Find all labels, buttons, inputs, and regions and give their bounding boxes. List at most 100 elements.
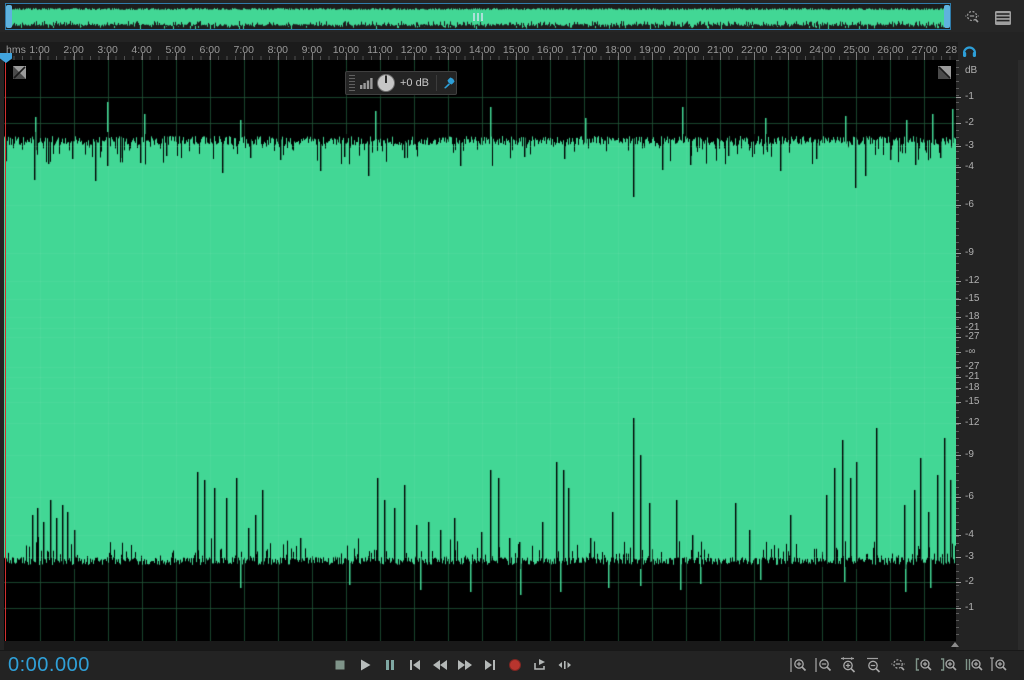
- timeline-major-tick: [312, 53, 313, 60]
- db-label: -21: [965, 371, 979, 382]
- zoom-to-playhead-icon: [989, 656, 1009, 674]
- timeline-row: hms 1:002:003:004:005:006:007:008:009:00…: [0, 32, 1024, 60]
- move-next-button[interactable]: [478, 652, 502, 678]
- db-label: -6: [965, 199, 974, 210]
- zoom-toolbar: [787, 652, 1011, 678]
- drag-grip-icon[interactable]: [473, 13, 487, 21]
- playhead-line[interactable]: [5, 60, 6, 641]
- db-label: dB: [965, 65, 977, 76]
- zoom-in-at-out-point-button[interactable]: [937, 652, 961, 678]
- timeline-major-tick: [686, 53, 687, 60]
- db-major-tick: [956, 402, 961, 403]
- timeline-major-tick: [754, 53, 755, 60]
- db-label: -9: [965, 449, 974, 460]
- scroll-up-arrow-icon[interactable]: [951, 642, 959, 647]
- record-icon: [508, 658, 522, 672]
- zoom-out-full-icon: [889, 656, 909, 674]
- db-label: -27: [965, 331, 979, 342]
- db-label: -3: [965, 140, 974, 151]
- zoom-to-selection-button[interactable]: [962, 652, 986, 678]
- fade-in-handle[interactable]: [13, 66, 26, 79]
- timeline-major-tick: [448, 53, 449, 60]
- panel-menu-icon[interactable]: [993, 8, 1015, 28]
- db-major-tick: [956, 317, 961, 318]
- timeline-major-tick: [414, 53, 415, 60]
- db-major-tick: [956, 123, 961, 124]
- pause-icon: [383, 658, 397, 672]
- db-minor-ticks: [956, 60, 959, 641]
- db-label: -3: [965, 551, 974, 562]
- rewind-button[interactable]: [428, 652, 452, 678]
- skip-selection-button[interactable]: [553, 652, 577, 678]
- db-label: -15: [965, 396, 979, 407]
- db-label: -4: [965, 529, 974, 540]
- db-major-tick: [956, 423, 961, 424]
- panel-divider[interactable]: [4, 641, 956, 650]
- gain-knob[interactable]: [376, 73, 396, 93]
- db-major-tick: [956, 608, 961, 609]
- timeline-major-tick: [856, 53, 857, 60]
- play-icon: [358, 658, 372, 672]
- db-label: -12: [965, 275, 979, 286]
- time-ruler[interactable]: hms 1:002:003:004:005:006:007:008:009:00…: [0, 42, 958, 60]
- zoom-out-time-button[interactable]: [812, 652, 836, 678]
- zoom-in-at-in-point-icon: [914, 656, 934, 674]
- timeline-major-tick: [550, 53, 551, 60]
- zoom-in-amplitude-icon: [839, 656, 859, 674]
- db-major-tick: [956, 205, 961, 206]
- timeline-major-tick: [346, 53, 347, 60]
- zoom-in-amplitude-button[interactable]: [837, 652, 861, 678]
- fast-forward-button[interactable]: [453, 652, 477, 678]
- zoom-out-amplitude-button[interactable]: [862, 652, 886, 678]
- amplitude-ruler[interactable]: dB-1-2-3-4-6-9-12-15-18-21-27-∞-27-21-18…: [956, 60, 1018, 650]
- play-button[interactable]: [353, 652, 377, 678]
- fade-out-handle[interactable]: [938, 66, 951, 79]
- db-major-tick: [956, 281, 961, 282]
- bottom-bar: 0:00.000: [0, 650, 1024, 680]
- db-label: -∞: [965, 346, 975, 357]
- move-previous-button[interactable]: [403, 652, 427, 678]
- zoom-to-playhead-button[interactable]: [987, 652, 1011, 678]
- db-major-tick: [956, 497, 961, 498]
- zoom-out-full-button[interactable]: [887, 652, 911, 678]
- skip-selection-icon: [557, 658, 573, 672]
- loop-playback-button[interactable]: [528, 652, 552, 678]
- waveform-display[interactable]: [4, 60, 956, 641]
- stop-button[interactable]: [328, 652, 352, 678]
- timeline-major-tick: [108, 53, 109, 60]
- headphones-icon[interactable]: [961, 44, 978, 59]
- timeline-major-tick: [788, 53, 789, 60]
- vertical-scrollbar[interactable]: [1018, 60, 1024, 650]
- timeline-major-tick: [176, 53, 177, 60]
- zoom-in-at-in-point-button[interactable]: [912, 652, 936, 678]
- timeline-major-tick: [244, 53, 245, 60]
- timeline-major-tick: [890, 53, 891, 60]
- transport-controls: [328, 652, 577, 678]
- db-major-tick: [956, 328, 961, 329]
- db-major-tick: [956, 97, 961, 98]
- rewind-icon: [432, 658, 448, 672]
- pin-icon[interactable]: [442, 76, 456, 90]
- timeline-label: 28:00: [945, 44, 958, 56]
- volume-hud[interactable]: +0 dB: [345, 71, 457, 95]
- timeline-major-tick: [822, 53, 823, 60]
- zoom-in-at-out-point-icon: [939, 656, 959, 674]
- zoom-out-full-icon[interactable]: [962, 8, 984, 28]
- timeline-major-tick: [142, 53, 143, 60]
- db-major-tick: [956, 352, 961, 353]
- db-label: -2: [965, 117, 974, 128]
- db-major-tick: [956, 253, 961, 254]
- zoom-in-time-button[interactable]: [787, 652, 811, 678]
- navigator-right-handle[interactable]: [944, 5, 950, 28]
- db-major-tick: [956, 367, 961, 368]
- navigator-left-handle[interactable]: [6, 5, 12, 28]
- timeline-major-tick: [618, 53, 619, 60]
- drag-grip-icon[interactable]: [349, 75, 355, 91]
- zoom-in-time-icon: [789, 656, 809, 674]
- record-button[interactable]: [503, 652, 527, 678]
- gain-value: +0 dB: [400, 77, 429, 89]
- db-major-tick: [956, 535, 961, 536]
- zoom-navigator[interactable]: [5, 3, 951, 30]
- fast-forward-icon: [457, 658, 473, 672]
- pause-button[interactable]: [378, 652, 402, 678]
